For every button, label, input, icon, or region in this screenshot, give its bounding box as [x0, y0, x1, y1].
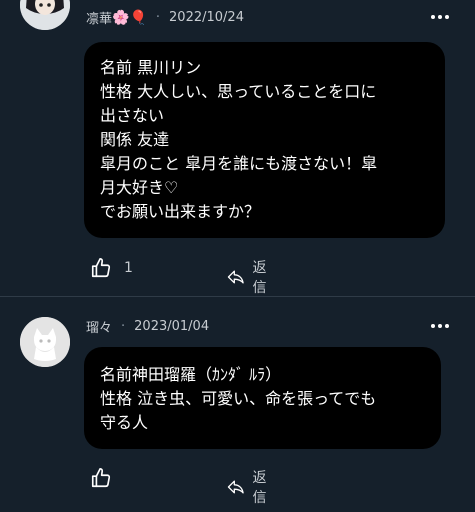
thumbs-up-icon	[91, 258, 111, 278]
comment-line: 名前神田瑠羅（ｶﾝﾀﾞ ﾙﾗ）	[100, 365, 282, 384]
username-emojis: 🌸🎈	[112, 9, 147, 26]
comment-line: 名前 黒川リン	[100, 58, 202, 77]
reply-label: 返信	[252, 260, 267, 296]
comment-meta: 瑠々 · 2023/01/04	[86, 317, 209, 336]
reply-button[interactable]: 返信	[227, 467, 273, 507]
reply-label: 返信	[252, 470, 267, 506]
like-count: 1	[124, 260, 133, 276]
more-icon[interactable]	[431, 324, 449, 328]
reply-arrow-icon	[227, 270, 244, 284]
comment-date: 2023/01/04	[134, 319, 210, 334]
comment-line: 出さない	[100, 106, 165, 125]
comment-actions: 返信	[90, 467, 267, 506]
comment-item: 凛華 🌸🎈 · 2022/10/24 名前 黒川リン 性格 大人しい、思っている…	[0, 0, 475, 296]
reply-button[interactable]: 返信	[227, 257, 273, 297]
comment-line: 性格 大人しい、思っていることを口に	[100, 82, 377, 101]
like-button[interactable]	[90, 467, 112, 489]
avatar[interactable]	[20, 0, 70, 30]
username[interactable]: 凛華	[86, 8, 112, 27]
like-button[interactable]: 1	[90, 257, 133, 279]
comment-meta: 凛華 🌸🎈 · 2022/10/24	[86, 8, 244, 28]
avatar[interactable]	[20, 317, 70, 367]
separator-dot: ·	[121, 319, 126, 334]
reply-arrow-icon	[227, 480, 244, 494]
comment-line: 守る人	[100, 413, 149, 432]
comment-bubble: 名前神田瑠羅（ｶﾝﾀﾞ ﾙﾗ） 性格 泣き虫、可愛い、命を張ってでも 守る人	[84, 347, 441, 449]
comment-line: 月大好き♡	[100, 178, 179, 197]
comment-actions: 1 返信	[90, 257, 267, 296]
comment-line: 関係 友達	[100, 130, 170, 149]
comment-date: 2022/10/24	[169, 10, 244, 25]
separator-dot: ·	[155, 10, 161, 25]
more-icon[interactable]	[431, 15, 449, 19]
comment-line: でお願い出来ますか？	[100, 202, 261, 221]
comment-bubble: 名前 黒川リン 性格 大人しい、思っていることを口に 出さない 関係 友達 皐月…	[84, 42, 445, 238]
username[interactable]: 瑠々	[86, 317, 112, 336]
comment-line: 皐月のこと 皐月を誰にも渡さない！皐	[100, 154, 378, 173]
thumbs-up-icon	[91, 468, 111, 488]
comment-item: 瑠々 · 2023/01/04 名前神田瑠羅（ｶﾝﾀﾞ ﾙﾗ） 性格 泣き虫、可…	[0, 297, 475, 512]
comment-line: 性格 泣き虫、可愛い、命を張ってでも	[100, 389, 377, 408]
